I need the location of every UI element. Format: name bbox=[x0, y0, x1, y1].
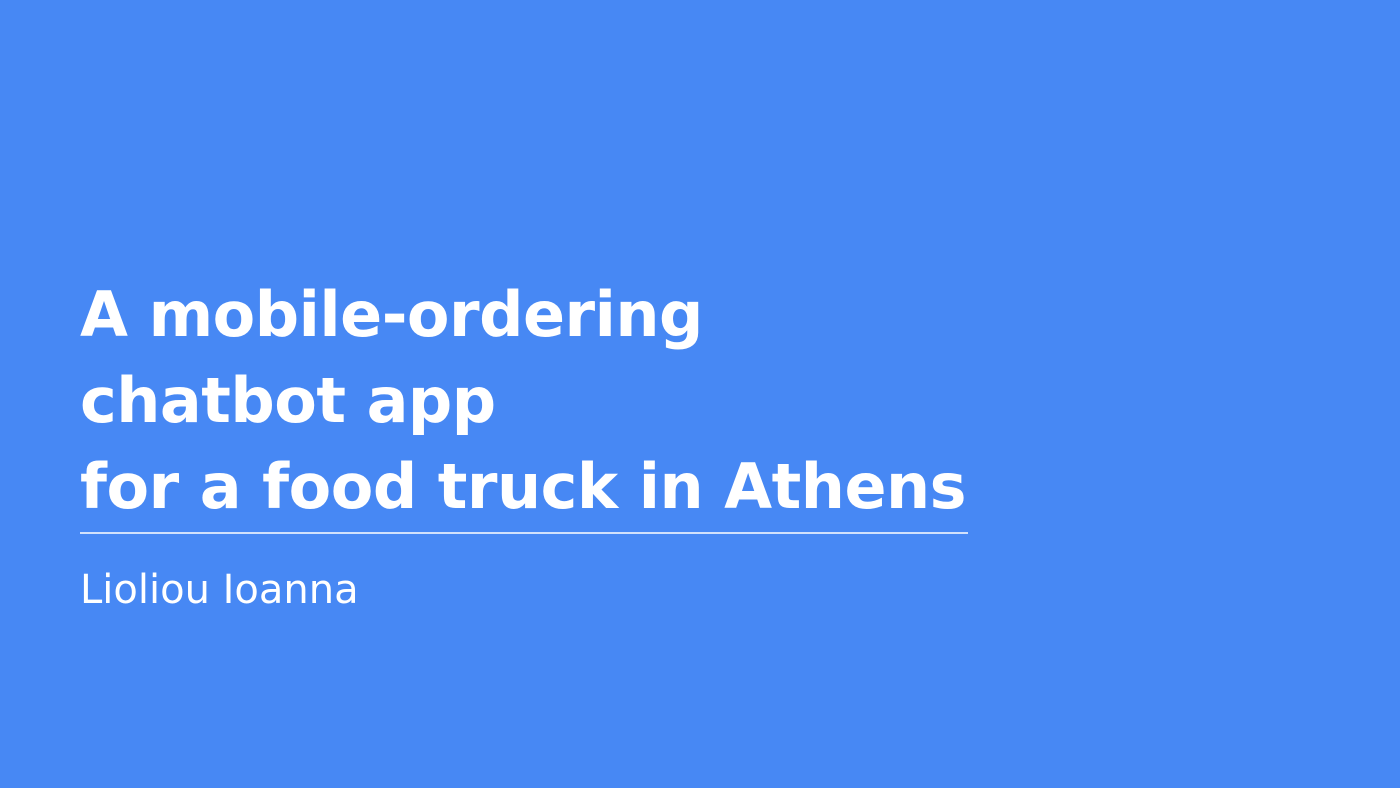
title-slide: A mobile-ordering chatbot app for a food… bbox=[0, 0, 1400, 788]
title-line-1: A mobile-ordering bbox=[80, 278, 703, 351]
author-name: Lioliou Ioanna bbox=[80, 567, 359, 613]
title-line-2: chatbot app bbox=[80, 364, 496, 437]
title-divider bbox=[80, 532, 968, 534]
slide-title: A mobile-ordering chatbot app for a food… bbox=[80, 272, 1080, 530]
title-line-3: for a food truck in Athens bbox=[80, 450, 967, 523]
